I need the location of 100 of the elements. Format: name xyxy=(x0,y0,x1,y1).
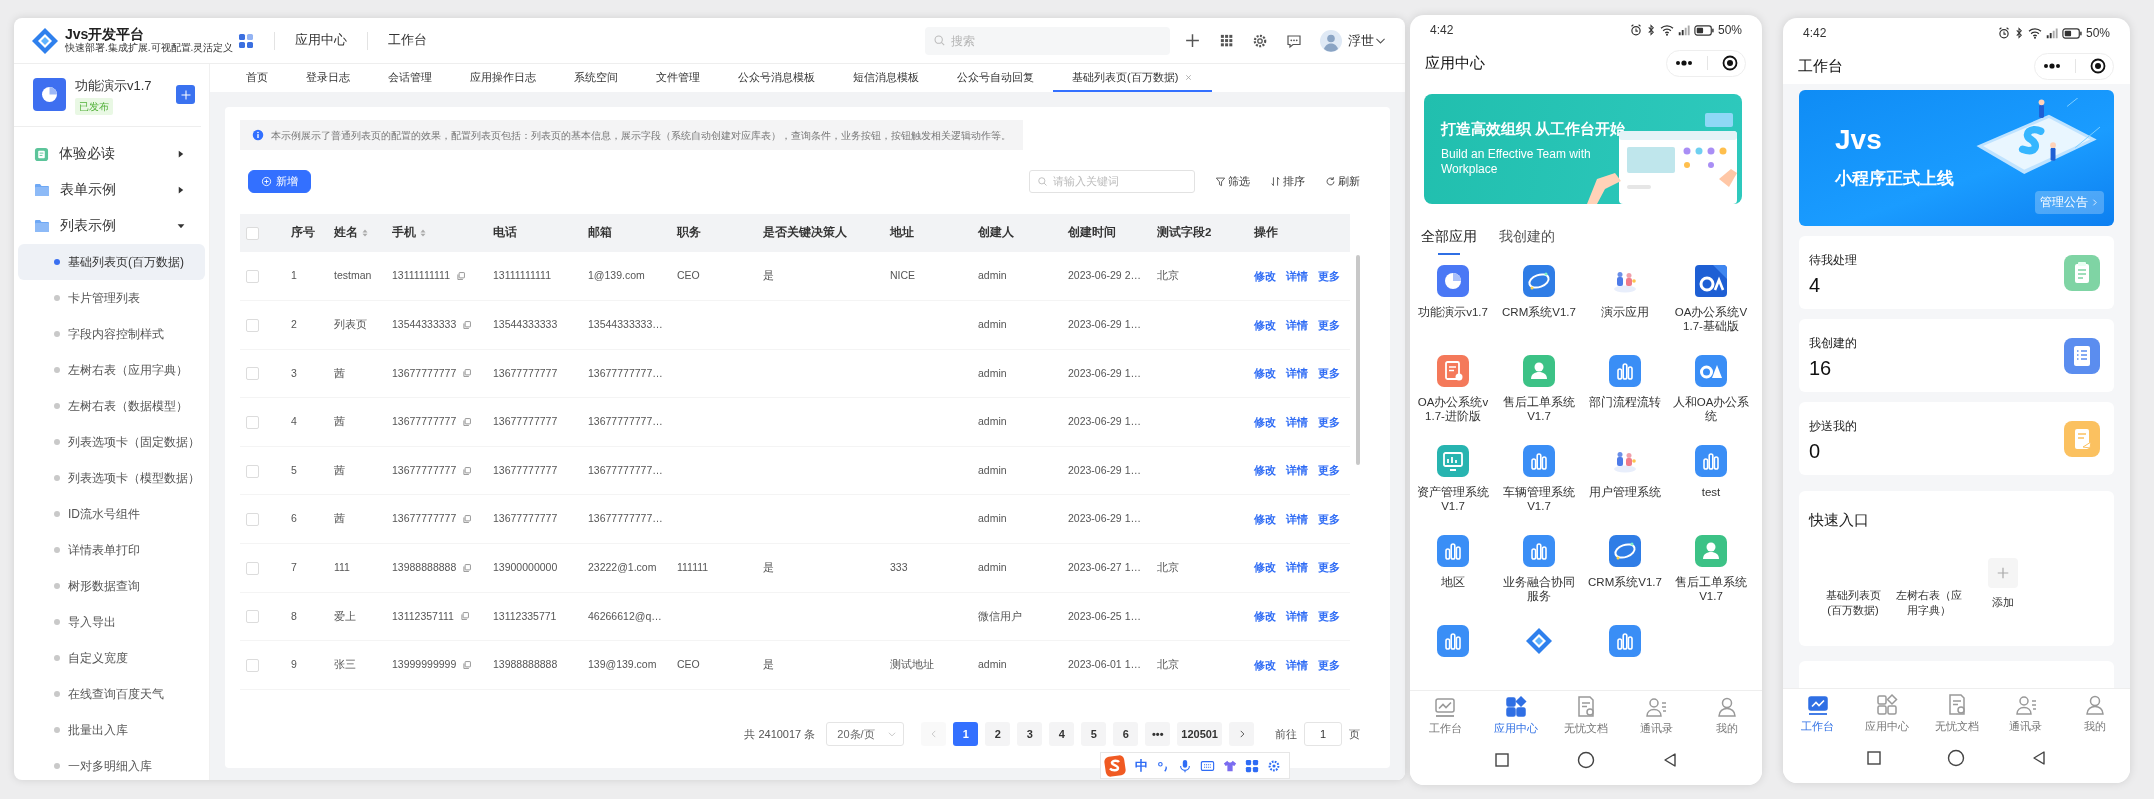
nav-link[interactable]: 应用中心 xyxy=(295,31,347,50)
checkbox[interactable] xyxy=(246,658,259,672)
tab[interactable]: 文件管理 xyxy=(637,64,719,92)
app-name[interactable]: 业务融合协同服务 xyxy=(1500,575,1578,604)
page-button[interactable]: 120501 xyxy=(1177,722,1222,746)
tab[interactable]: 公众号自动回复 xyxy=(938,64,1053,92)
target-icon[interactable] xyxy=(2090,58,2107,74)
tab-bar-item[interactable]: 应用中心 xyxy=(1852,689,1922,738)
app-name[interactable]: 地区 xyxy=(1414,575,1492,590)
app-name[interactable]: test xyxy=(1672,485,1750,500)
action-link[interactable]: 修改 xyxy=(1254,608,1276,625)
action-link[interactable]: 更多 xyxy=(1318,462,1340,479)
app-name[interactable]: OA办公系统V1.7-基础版 xyxy=(1672,305,1750,334)
checkbox[interactable] xyxy=(246,415,259,429)
avatar-icon[interactable] xyxy=(1320,29,1342,52)
checkbox[interactable] xyxy=(246,464,259,478)
tab-bar-item[interactable]: 我的 xyxy=(2060,689,2130,738)
tab-bar-item[interactable]: 工作台 xyxy=(1410,691,1481,740)
action-link[interactable]: 详情 xyxy=(1286,656,1308,674)
tab-bar-item[interactable]: 我的 xyxy=(1691,691,1762,740)
menu-item[interactable]: ID流水号组件 xyxy=(18,496,205,532)
menu-item[interactable]: 一对多明细入库 xyxy=(18,748,205,780)
action-link[interactable]: 修改 xyxy=(1254,510,1276,528)
checkbox[interactable] xyxy=(246,226,259,240)
checkbox[interactable] xyxy=(246,610,259,624)
menu-item[interactable]: 列表示例 xyxy=(14,208,209,244)
app-name[interactable]: CRM系统V1.7 xyxy=(1586,575,1664,590)
back-icon[interactable] xyxy=(1662,751,1679,768)
grid-icon[interactable] xyxy=(1219,33,1234,48)
tab-bar-item[interactable]: 通讯录 xyxy=(1621,691,1692,740)
toolbar-button[interactable]: 排序 xyxy=(1270,173,1305,190)
action-link[interactable]: 详情 xyxy=(1286,316,1308,333)
tab[interactable]: 登录日志 xyxy=(287,64,369,92)
action-link[interactable]: 修改 xyxy=(1254,559,1276,576)
action-link[interactable]: 详情 xyxy=(1286,462,1308,479)
copy-icon[interactable] xyxy=(462,368,473,379)
page-button[interactable]: 1 xyxy=(953,722,979,746)
tab[interactable]: 我创建的 xyxy=(1499,226,1555,255)
stat-card[interactable]: 我创建的 16 xyxy=(1799,319,2114,392)
target-icon[interactable] xyxy=(1722,55,1739,71)
page-size-select[interactable]: 20条/页 xyxy=(826,722,905,746)
user-menu[interactable]: 浮世 xyxy=(1348,30,1387,51)
action-link[interactable]: 详情 xyxy=(1286,559,1308,576)
app-name[interactable]: 功能演示v1.7 xyxy=(1414,305,1492,320)
tab-bar-item[interactable]: 通讯录 xyxy=(1991,689,2061,738)
app-name[interactable]: 用户管理系统 xyxy=(1586,485,1664,500)
tab[interactable]: 应用操作日志 xyxy=(451,64,555,92)
action-link[interactable]: 详情 xyxy=(1286,267,1308,285)
tab[interactable]: 会话管理 xyxy=(369,64,451,92)
add-button[interactable] xyxy=(1988,557,2018,588)
checkbox[interactable] xyxy=(246,561,259,575)
action-link[interactable]: 更多 xyxy=(1318,365,1340,382)
sort-arrows-icon[interactable] xyxy=(360,228,370,238)
grid-icon[interactable] xyxy=(1245,758,1259,773)
tab[interactable]: 公众号消息模板 xyxy=(719,64,834,92)
copy-icon[interactable] xyxy=(462,319,473,330)
action-link[interactable]: 详情 xyxy=(1286,413,1308,431)
action-link[interactable]: 修改 xyxy=(1254,267,1276,285)
app-name[interactable]: 人和OA办公系统 xyxy=(1672,395,1750,424)
copy-icon[interactable] xyxy=(462,417,473,428)
microphone-icon[interactable] xyxy=(1178,758,1192,773)
add-button[interactable] xyxy=(176,85,195,104)
shortcut-item[interactable]: 左树右表（应用字典） xyxy=(1895,588,1963,618)
action-link[interactable]: 详情 xyxy=(1286,365,1308,382)
page-button[interactable]: 3 xyxy=(1017,722,1043,746)
apps-icon[interactable] xyxy=(238,32,254,49)
menu-item[interactable]: 字段内容控制样式 xyxy=(18,316,205,352)
toolbar-button[interactable]: 筛选 xyxy=(1215,173,1250,190)
menu-item[interactable]: 树形数据查询 xyxy=(18,568,205,604)
menu-item[interactable]: 列表选项卡（模型数据） xyxy=(18,460,205,496)
action-link[interactable]: 修改 xyxy=(1254,365,1276,382)
shirt-icon[interactable] xyxy=(1223,758,1237,773)
close-icon[interactable] xyxy=(1184,72,1194,82)
menu-item[interactable]: 批量出入库 xyxy=(18,712,205,748)
tab-bar-item[interactable]: 工作台 xyxy=(1783,689,1853,738)
page-button[interactable]: 6 xyxy=(1113,722,1139,746)
tab-bar-item[interactable]: 无忧文档 xyxy=(1921,689,1992,738)
tab[interactable]: 首页 xyxy=(227,64,287,92)
app-name[interactable]: 演示应用 xyxy=(1586,305,1664,320)
recent-apps-icon[interactable] xyxy=(1493,751,1510,768)
action-link[interactable]: 修改 xyxy=(1254,413,1276,431)
checkbox[interactable] xyxy=(246,513,259,527)
copy-icon[interactable] xyxy=(462,660,473,671)
menu-item[interactable]: 表单示例 xyxy=(14,172,209,208)
app-name[interactable]: OA办公系统v1.7-进阶版 xyxy=(1414,395,1492,424)
stat-card[interactable]: 待我处理 4 xyxy=(1799,236,2114,309)
menu-item[interactable]: 左树右表（应用字典） xyxy=(18,352,205,388)
action-link[interactable]: 更多 xyxy=(1318,267,1340,285)
scrollbar[interactable] xyxy=(1356,255,1360,465)
toolbar-button[interactable]: 刷新 xyxy=(1325,173,1360,190)
menu-item[interactable]: 卡片管理列表 xyxy=(18,280,205,316)
home-icon[interactable] xyxy=(1947,748,1966,767)
keyboard-icon[interactable] xyxy=(1200,758,1215,773)
copy-icon[interactable] xyxy=(462,514,473,525)
settings-icon[interactable] xyxy=(1267,758,1281,773)
action-link[interactable]: 更多 xyxy=(1318,510,1340,528)
action-link[interactable]: 更多 xyxy=(1318,413,1340,431)
input-mode[interactable]: 中 xyxy=(1135,755,1148,776)
app-name[interactable]: 售后工单系统V1.7 xyxy=(1672,575,1750,604)
action-link[interactable]: 修改 xyxy=(1254,316,1276,333)
